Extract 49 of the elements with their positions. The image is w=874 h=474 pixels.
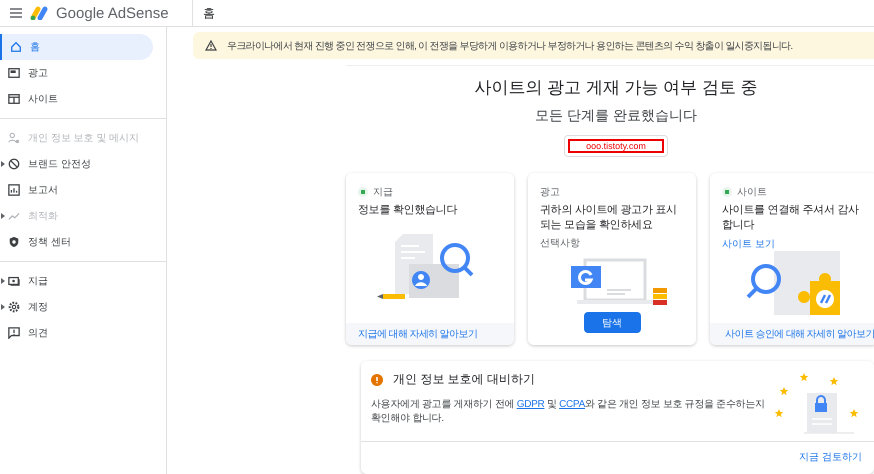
browser-icon (8, 93, 20, 105)
review-subtitle: 모든 단계를 완료했습니다 (535, 107, 697, 125)
card-category: 광고 (540, 186, 560, 199)
sidebar-item[interactable]: 계정 (0, 294, 153, 320)
trend-icon (8, 210, 20, 222)
sidebar-item[interactable]: 의견 (0, 320, 153, 346)
sidebar-item[interactable]: 브랜드 안전성 (0, 151, 153, 177)
learn-more-link[interactable]: 지급에 대해 자세히 알아보기 (358, 327, 478, 341)
explore-button[interactable]: 탐색 (584, 312, 640, 333)
view-site-link[interactable]: 사이트 보기 (722, 237, 866, 251)
learn-more-link[interactable]: 사이트 승인에 대해 자세히 알아보기 (725, 327, 874, 341)
warning-icon (205, 40, 217, 51)
sidebar-item[interactable]: 사이트 (0, 86, 153, 112)
logo-icon (30, 6, 48, 20)
chart-icon (8, 184, 20, 196)
site-url: ooo.tistoty.com (568, 139, 664, 153)
card-category: 사이트 (737, 186, 767, 199)
settings-icon (8, 301, 20, 313)
expand-caret-icon[interactable] (1, 278, 5, 284)
sidebar-item[interactable]: 보고서 (0, 177, 153, 203)
privacy-title: 개인 정보 보호에 대비하기 (393, 371, 536, 388)
payment-icon (8, 275, 20, 287)
menu-icon[interactable] (10, 8, 22, 18)
card-category: 지급 (373, 186, 393, 199)
banner-text: 우크라이나에서 현재 진행 중인 전쟁으로 인해, 이 전쟁을 부당하게 이용하거나 부정하거나 용인하는 콘텐츠의 수익 창출이 일시중지됩니다. (227, 40, 792, 52)
block-icon (8, 158, 20, 170)
expand-caret-icon[interactable] (1, 161, 5, 167)
ad-icon (8, 67, 20, 79)
sidebar-item[interactable]: 정책 센터 (0, 229, 153, 255)
sidebar-item[interactable]: 광고 (0, 60, 153, 86)
card-note: 선택사항 (540, 237, 581, 250)
app-name: Google AdSense (56, 4, 169, 22)
card-title: 정보를 확인했습니다 (358, 203, 458, 218)
card-title: 사이트를 연결해 주셔서 감사합니다 (722, 203, 860, 233)
review-now-link[interactable]: 지금 검토하기 (799, 450, 862, 464)
alert-icon (371, 374, 383, 386)
policy-link[interactable]: CCPA (559, 399, 585, 410)
card-title: 귀하의 사이트에 광고가 표시되는 모습을 확인하세요 (540, 203, 678, 233)
policy-link[interactable]: GDPR (516, 399, 544, 410)
review-title: 사이트의 광고 게재 가능 여부 검토 중 (474, 77, 758, 99)
sidebar-item[interactable]: 지급 (0, 268, 153, 294)
shield-icon (8, 236, 20, 248)
expand-caret-icon[interactable] (1, 304, 5, 310)
feedback-icon (8, 327, 20, 339)
page-title: 홈 (202, 4, 215, 22)
person-icon (8, 132, 20, 144)
sidebar-item[interactable]: 홈 (0, 34, 153, 60)
home-icon (10, 41, 22, 53)
privacy-text: 사용자에게 광고를 게재하기 전에 GDPR 및 CCPA와 같은 개인 정보 보호 규정을 준수하는지 확인해야 합니다. (371, 398, 766, 426)
